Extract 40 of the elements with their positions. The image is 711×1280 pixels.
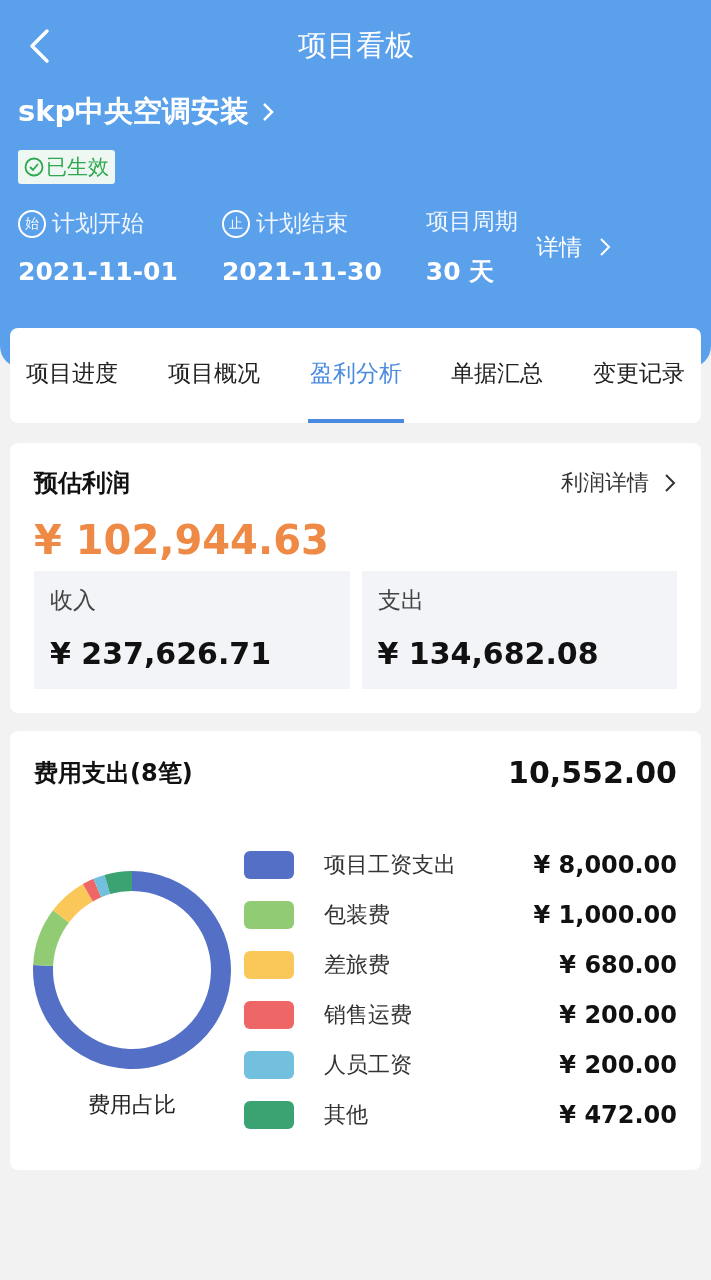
legend-label: 项目工资支出 — [324, 851, 457, 879]
page-title: 项目看板 — [297, 27, 414, 64]
tab[interactable]: 项目概况 — [165, 328, 262, 423]
legend-amount: ¥ 200.00 — [559, 1051, 677, 1079]
chevron-icon — [597, 236, 612, 258]
plan-label: 计划开始 — [52, 209, 144, 238]
profit-details-link[interactable]: 利润详情 — [561, 468, 677, 498]
summary-label: 收入 — [50, 586, 97, 615]
end-icon: 止 — [221, 209, 250, 238]
card-title: 预估利润 — [34, 468, 130, 499]
start-icon: 始 — [18, 209, 46, 238]
summary-value: ¥ 237,626.71 — [50, 636, 273, 671]
plan-label: 计划结束 — [255, 209, 348, 238]
legend-label: 包装费 — [324, 901, 391, 929]
legend-label: 人员工资 — [324, 1051, 413, 1079]
chevron-icon — [663, 472, 677, 494]
plan-value: 30 天 — [425, 256, 496, 288]
profit-amount: ¥ 102,944.63 — [34, 517, 330, 563]
card-title: 费用支出(8笔) — [34, 757, 193, 789]
legend-amount: ¥ 680.00 — [559, 951, 677, 979]
plan-value: 2021-11-30 — [221, 257, 382, 286]
legend-amount: ¥ 1,000.00 — [533, 901, 677, 929]
legend-amount: ¥ 200.00 — [559, 1001, 677, 1029]
back-icon — [28, 28, 50, 64]
legend-amount: ¥ 472.00 — [559, 1101, 677, 1129]
expense-total: 10,552.00 — [508, 755, 677, 790]
legend-amount: ¥ 8,000.00 — [533, 851, 677, 879]
tab[interactable]: 项目进度 — [24, 328, 120, 423]
tab[interactable]: 单据汇总 — [449, 328, 546, 423]
chart-title: 费用占比 — [88, 1091, 176, 1119]
tab[interactable]: 变更记录 — [591, 328, 687, 423]
summary-label: 支出 — [377, 586, 425, 615]
plan-label: 项目周期 — [425, 207, 518, 236]
summary-value: ¥ 134,682.08 — [377, 636, 600, 671]
legend-label: 其他 — [324, 1101, 369, 1129]
legend-label: 差旅费 — [324, 951, 391, 979]
chevron-icon — [261, 101, 276, 123]
plan-value: 2021-11-01 — [18, 257, 178, 286]
legend-label: 销售运费 — [324, 1001, 413, 1029]
status-badge: 已生效 — [18, 150, 115, 184]
